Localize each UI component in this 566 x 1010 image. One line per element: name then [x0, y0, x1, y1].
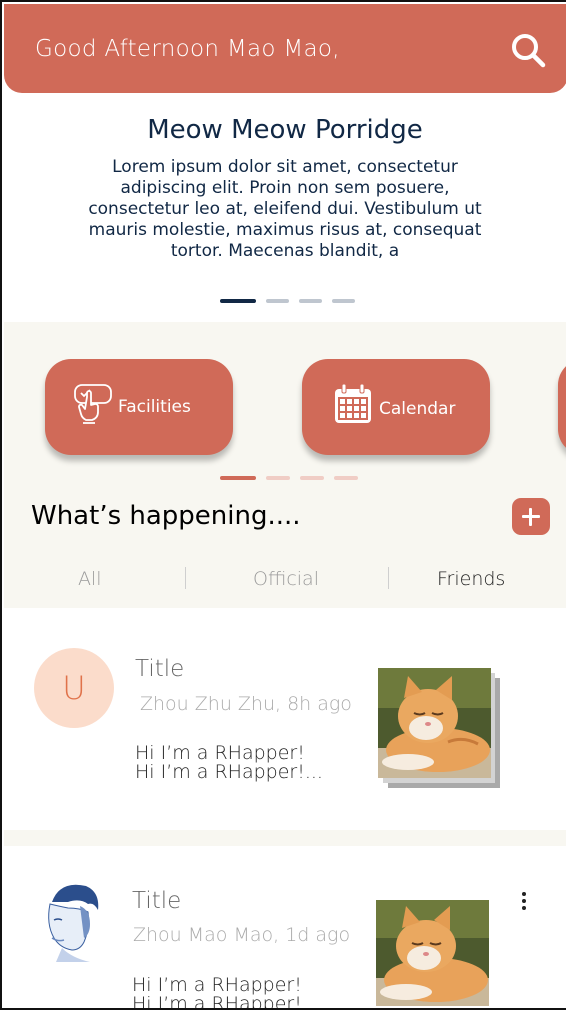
feed-post[interactable]: Title Zhou Mao Mao, 1d ago Hi I’m a RHap… — [4, 846, 566, 1010]
tab-divider — [185, 567, 186, 589]
post-image-stack[interactable] — [378, 668, 506, 792]
post-preview-line: Hi I’m a RHapper!... — [135, 761, 323, 783]
avatar[interactable] — [40, 882, 104, 962]
post-preview-text: Hi I’m a RHapper! Hi I’m a RHapper!... — [135, 744, 355, 782]
plus-icon[interactable] — [512, 498, 550, 535]
carousel-dot[interactable] — [299, 299, 322, 303]
calendar-button[interactable]: Calendar — [302, 359, 490, 455]
feed-separator — [4, 830, 566, 846]
tab-all[interactable]: All — [78, 568, 102, 590]
greeting-text: Good Afternoon Mao Mao, — [35, 36, 340, 62]
search-icon[interactable] — [508, 30, 548, 70]
calendar-label: Calendar — [379, 399, 456, 419]
carousel-dot[interactable] — [266, 299, 289, 303]
tab-official[interactable]: Official — [253, 568, 319, 590]
feed-tabs: All Official Friends — [4, 564, 566, 596]
carousel-dot[interactable] — [266, 476, 290, 480]
app-screen: Good Afternoon Mao Mao, Meow Meow Porrid… — [0, 0, 566, 1010]
header-bar: Good Afternoon Mao Mao, — [4, 4, 566, 93]
feature-carousel-indicator[interactable] — [220, 299, 355, 303]
hand-tap-icon — [73, 383, 117, 430]
post-preview-line: Hi I’m a RHapper! — [132, 993, 302, 1010]
tab-divider — [388, 567, 389, 589]
post-title: Title — [132, 888, 182, 914]
cat-photo[interactable] — [378, 668, 491, 778]
feature-description: Lorem ipsum dolor sit amet, consectetur … — [88, 157, 482, 261]
carousel-dot[interactable] — [300, 476, 324, 480]
carousel-dot[interactable] — [334, 476, 358, 480]
post-author-time: Zhou Mao Mao, 1d ago — [133, 924, 351, 946]
feed-post[interactable]: U Title Zhou Zhu Zhu, 8h ago Hi I’m a RH… — [4, 608, 566, 830]
avatar[interactable]: U — [34, 648, 114, 728]
carousel-dot[interactable] — [332, 299, 355, 303]
carousel-dot-active[interactable] — [220, 476, 256, 480]
quick-actions-carousel-indicator[interactable] — [220, 476, 358, 480]
cat-photo[interactable] — [376, 900, 489, 1006]
facilities-label: Facilities — [118, 397, 191, 417]
facilities-button[interactable]: Facilities — [45, 359, 233, 455]
post-author-time: Zhou Zhu Zhu, 8h ago — [140, 693, 352, 715]
whats-happening-heading: What’s happening.... — [31, 501, 301, 531]
carousel-dot-active[interactable] — [220, 299, 256, 303]
tab-friends[interactable]: Friends — [437, 568, 505, 590]
post-title: Title — [135, 656, 185, 682]
post-preview-text: Hi I’m a RHapper! Hi I’m a RHapper! — [132, 976, 352, 1010]
more-options-icon[interactable] — [518, 890, 530, 912]
feature-title: Meow Meow Porridge — [147, 115, 423, 145]
calendar-icon — [334, 383, 372, 429]
